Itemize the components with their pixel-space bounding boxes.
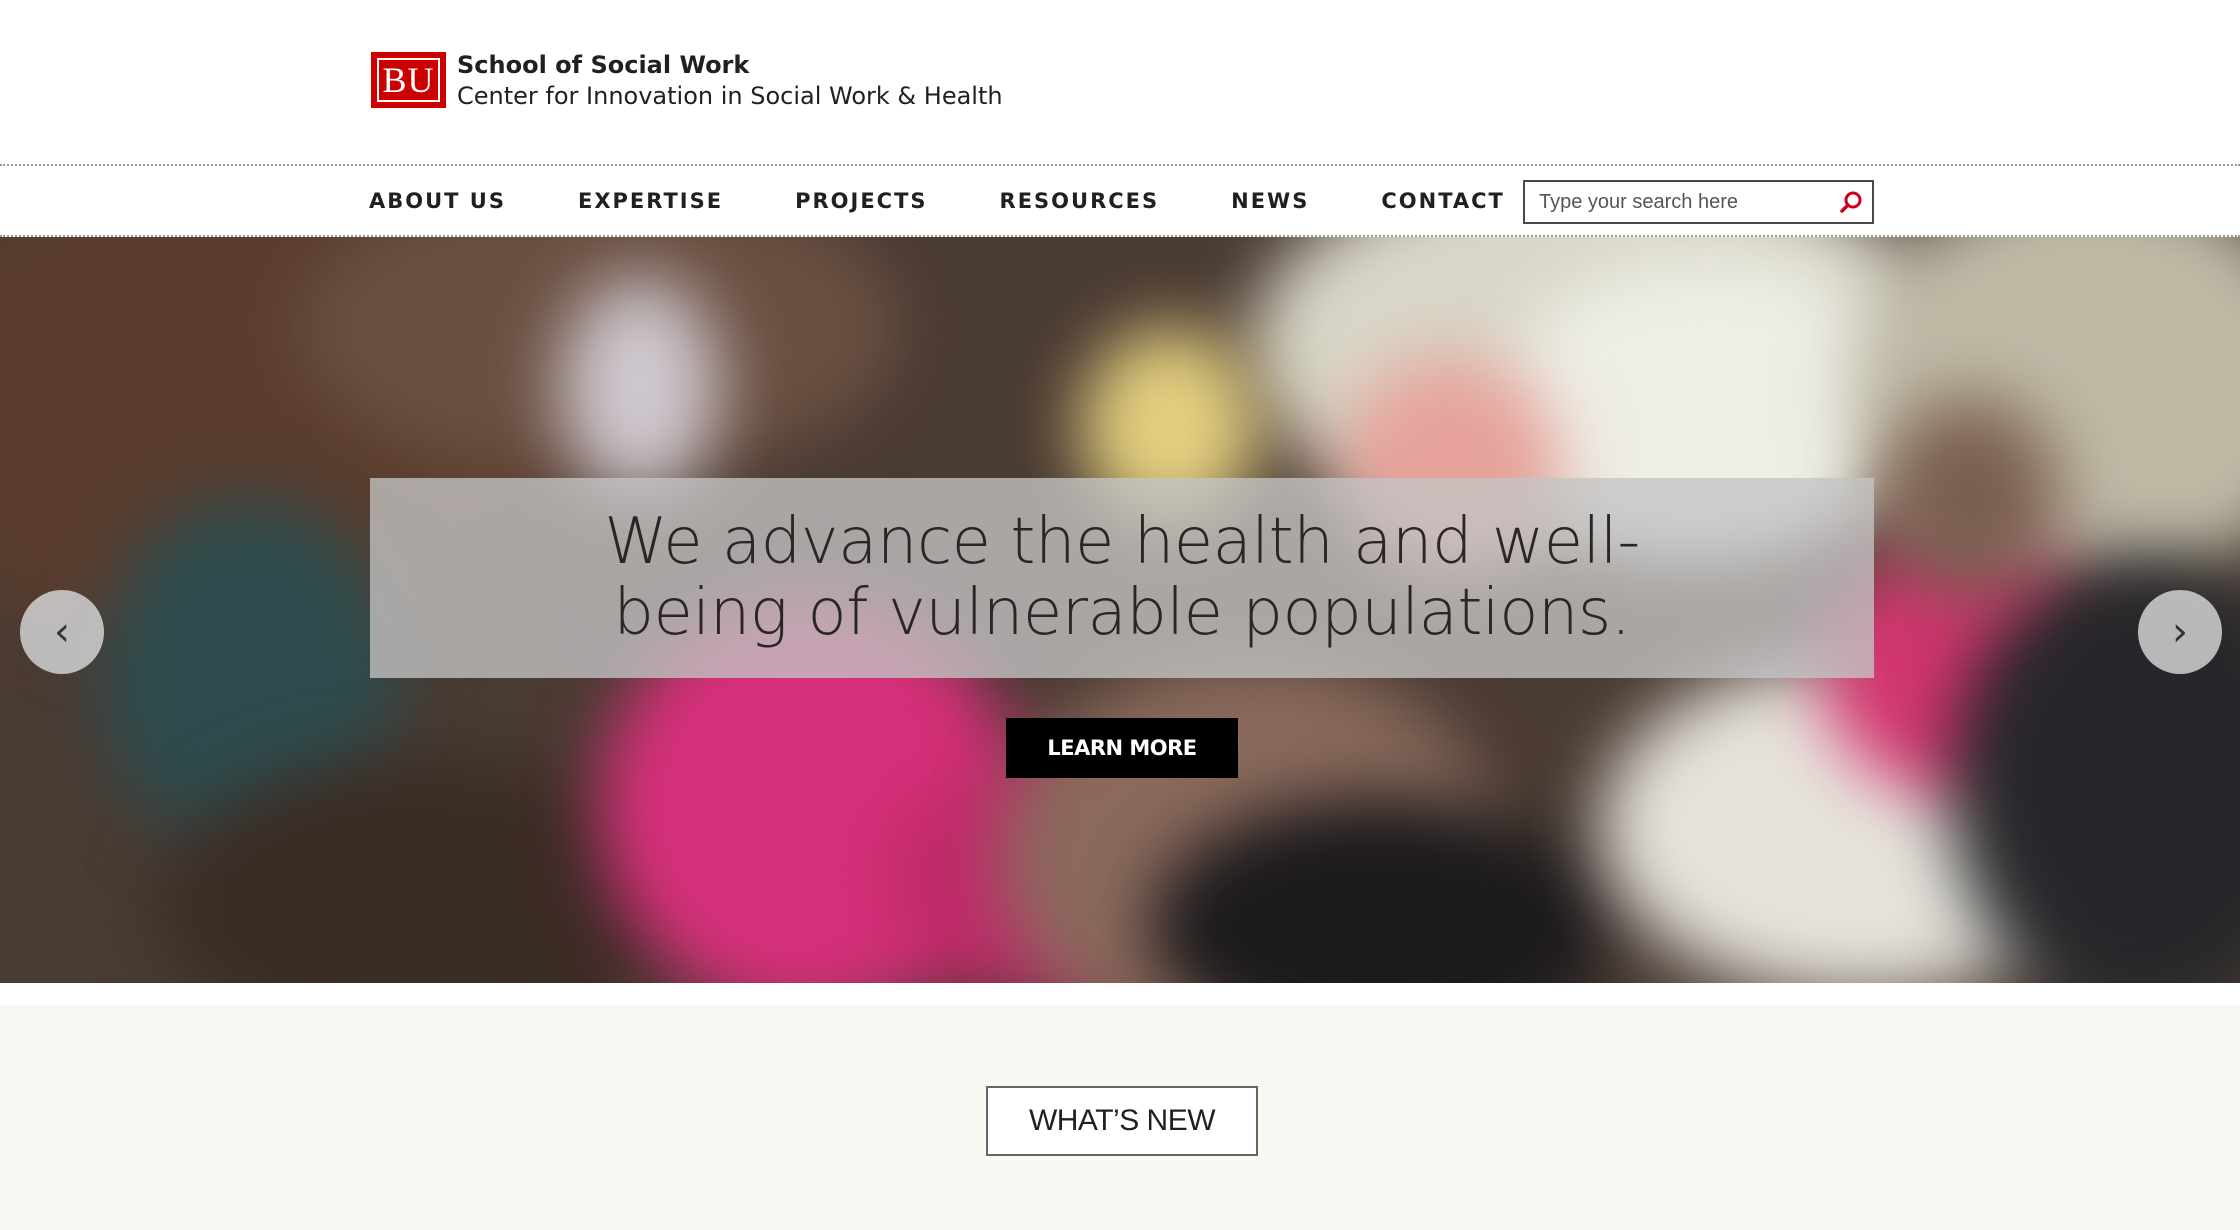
- nav-item-resources[interactable]: RESOURCES: [1000, 189, 1160, 213]
- carousel-next-button[interactable]: ›: [2138, 590, 2222, 674]
- nav-item-news[interactable]: NEWS: [1231, 189, 1309, 213]
- school-name: School of Social Work: [457, 50, 750, 79]
- nav-item-contact[interactable]: CONTACT: [1381, 189, 1505, 213]
- whats-new-section: WHAT’S NEW: [0, 1005, 2240, 1230]
- bu-logo-text: BU: [382, 60, 435, 100]
- logo-wordmark: School of Social Work Center for Innovat…: [457, 53, 1003, 108]
- nav-item-about-us[interactable]: ABOUT US: [369, 189, 506, 213]
- site-logo[interactable]: BU School of Social Work Center for Inno…: [371, 52, 1003, 108]
- nav-item-projects[interactable]: PROJECTS: [795, 189, 927, 213]
- section-divider: [0, 983, 2240, 1005]
- hero-carousel: We advance the health and well-being of …: [0, 237, 2240, 983]
- center-name: Center for Innovation in Social Work & H…: [457, 81, 1003, 110]
- site-header: BU School of Social Work Center for Inno…: [0, 0, 2240, 164]
- nav-menu: ABOUT US EXPERTISE PROJECTS RESOURCES NE…: [369, 166, 1577, 235]
- carousel-prev-button[interactable]: ‹: [20, 590, 104, 674]
- chevron-right-icon: ›: [2172, 609, 2188, 655]
- main-navigation: ABOUT US EXPERTISE PROJECTS RESOURCES NE…: [0, 164, 2240, 237]
- search-button[interactable]: [1830, 182, 1872, 222]
- nav-item-expertise[interactable]: EXPERTISE: [578, 189, 723, 213]
- learn-more-button[interactable]: LEARN MORE: [1006, 718, 1238, 778]
- search-icon: [1840, 191, 1862, 213]
- bu-logo-mark: BU: [371, 52, 446, 108]
- hero-tagline: We advance the health and well-being of …: [604, 505, 1640, 650]
- search-input[interactable]: [1525, 182, 1830, 222]
- hero-tagline-panel: We advance the health and well-being of …: [370, 478, 1874, 678]
- whats-new-button[interactable]: WHAT’S NEW: [986, 1086, 1258, 1156]
- chevron-left-icon: ‹: [54, 609, 70, 655]
- search-box: [1523, 180, 1874, 224]
